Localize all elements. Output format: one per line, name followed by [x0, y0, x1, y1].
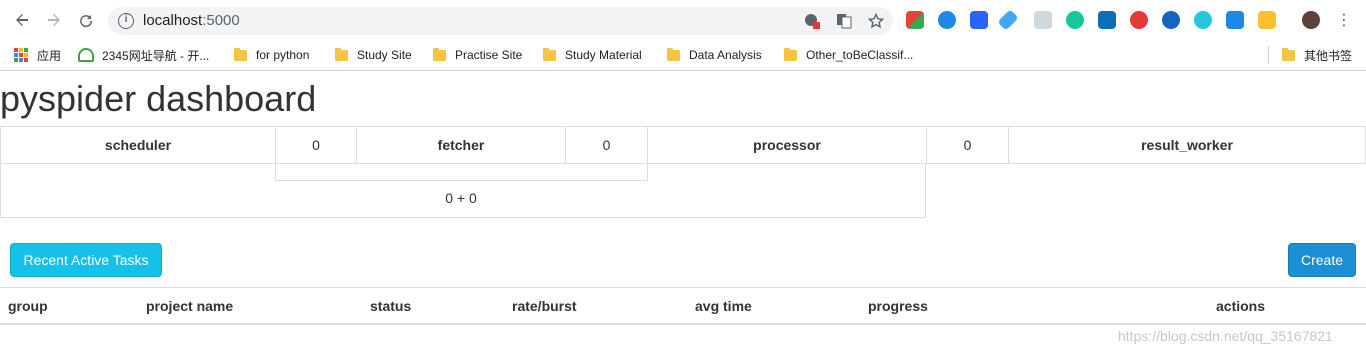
folder-icon [433, 47, 446, 61]
extension-m-icon[interactable] [1194, 11, 1212, 29]
column-group[interactable]: group [8, 298, 48, 314]
folder-icon [234, 47, 247, 61]
extension-s-icon[interactable] [1066, 11, 1084, 29]
bookmark-for-python[interactable]: for python [234, 46, 309, 64]
extension-graduation-icon[interactable] [970, 11, 988, 29]
column-project-name[interactable]: project name [146, 298, 233, 314]
folder-icon [543, 47, 556, 61]
extension-google-icon[interactable] [906, 11, 924, 29]
bookmark-study-material[interactable]: Study Material [543, 46, 642, 64]
recent-active-tasks-button[interactable]: Recent Active Tasks [10, 243, 162, 277]
fetcher-label: fetcher [356, 126, 566, 164]
column-rate-burst[interactable]: rate/burst [512, 298, 577, 314]
bookmark-label: 其他书签 [1304, 48, 1353, 63]
bookmark-study-site[interactable]: Study Site [335, 46, 412, 64]
translate-icon[interactable] [836, 13, 852, 29]
extension-go-icon[interactable] [1162, 11, 1180, 29]
extension-v-icon[interactable] [938, 11, 956, 29]
address-bar[interactable]: i localhost:5000 [108, 7, 893, 35]
column-status[interactable]: status [370, 298, 411, 314]
reload-icon[interactable] [76, 10, 96, 30]
column-avg-time[interactable]: avg time [695, 298, 752, 314]
avatar[interactable] [1302, 11, 1320, 29]
globe-icon [78, 48, 94, 62]
folder-icon [1282, 47, 1295, 61]
queue-stats-table: scheduler 0 fetcher 0 processor 0 result… [0, 126, 1366, 164]
site-info-icon[interactable]: i [118, 13, 134, 29]
bookmark-other[interactable]: Other_toBeClassif... [784, 46, 913, 64]
address-url[interactable]: localhost:5000 [143, 12, 240, 29]
folder-icon [784, 47, 797, 61]
extension-box-icon[interactable] [1034, 11, 1052, 29]
scheduler-label: scheduler [0, 126, 276, 164]
watermark: https://blog.csdn.net/qq_35167821 [1118, 328, 1333, 344]
extension-pen-icon[interactable] [997, 9, 1019, 31]
bookmark-apps[interactable]: 应用 [14, 46, 61, 64]
bookmarks-bar: 应用 2345网址导航 - 开... for python Study Site… [0, 40, 1366, 71]
scheduler-value: 0 [275, 126, 357, 164]
folder-icon [667, 47, 680, 61]
fetcher-value: 0 [565, 126, 648, 164]
page-title: pyspider dashboard [0, 78, 317, 119]
result-worker-label: result_worker [1008, 126, 1366, 164]
create-button[interactable]: Create [1288, 243, 1356, 277]
processor-label: processor [647, 126, 927, 164]
extension-hand-icon[interactable] [1130, 11, 1148, 29]
bookmark-practise-site[interactable]: Practise Site [433, 46, 522, 64]
extension-note-icon[interactable] [1258, 11, 1276, 29]
bookmark-label: 应用 [37, 48, 62, 63]
apps-grid-icon [14, 48, 28, 62]
bookmark-data-analysis[interactable]: Data Analysis [667, 46, 762, 64]
star-bookmark-icon[interactable] [867, 12, 885, 29]
bookmark-label: Practise Site [455, 48, 523, 62]
stats-summary: 0 + 0 [0, 163, 926, 218]
bookmark-label: for python [256, 48, 310, 62]
folder-icon [335, 47, 348, 61]
column-actions[interactable]: actions [1216, 298, 1265, 314]
bookmark-label: Study Material [565, 48, 642, 62]
bookmark-label: Data Analysis [689, 48, 762, 62]
extension-d-icon[interactable] [1226, 11, 1244, 29]
column-progress[interactable]: progress [868, 298, 928, 314]
back-arrow-icon[interactable] [12, 10, 32, 30]
processor-value: 0 [926, 126, 1009, 164]
projects-table-header: group project name status rate/burst avg… [0, 287, 1366, 325]
bookmark-label: Study Site [357, 48, 412, 62]
bookmark-label: Other_toBeClassif... [806, 48, 914, 62]
bookmark-other-bookmarks[interactable]: 其他书签 [1268, 46, 1352, 64]
blocked-content-icon[interactable] [804, 13, 820, 29]
forward-arrow-icon[interactable] [44, 10, 64, 30]
bookmark-label: 2345网址导航 - 开... [102, 48, 210, 63]
fetcher-detail-cell [275, 163, 648, 181]
bookmark-2345[interactable]: 2345网址导航 - 开... [78, 46, 209, 64]
browser-toolbar: i localhost:5000 ⋮ [0, 0, 1366, 40]
more-menu-icon[interactable]: ⋮ [1334, 10, 1354, 30]
queue-sum: 0 + 0 [445, 190, 477, 206]
extension-square-s-icon[interactable] [1098, 11, 1116, 29]
